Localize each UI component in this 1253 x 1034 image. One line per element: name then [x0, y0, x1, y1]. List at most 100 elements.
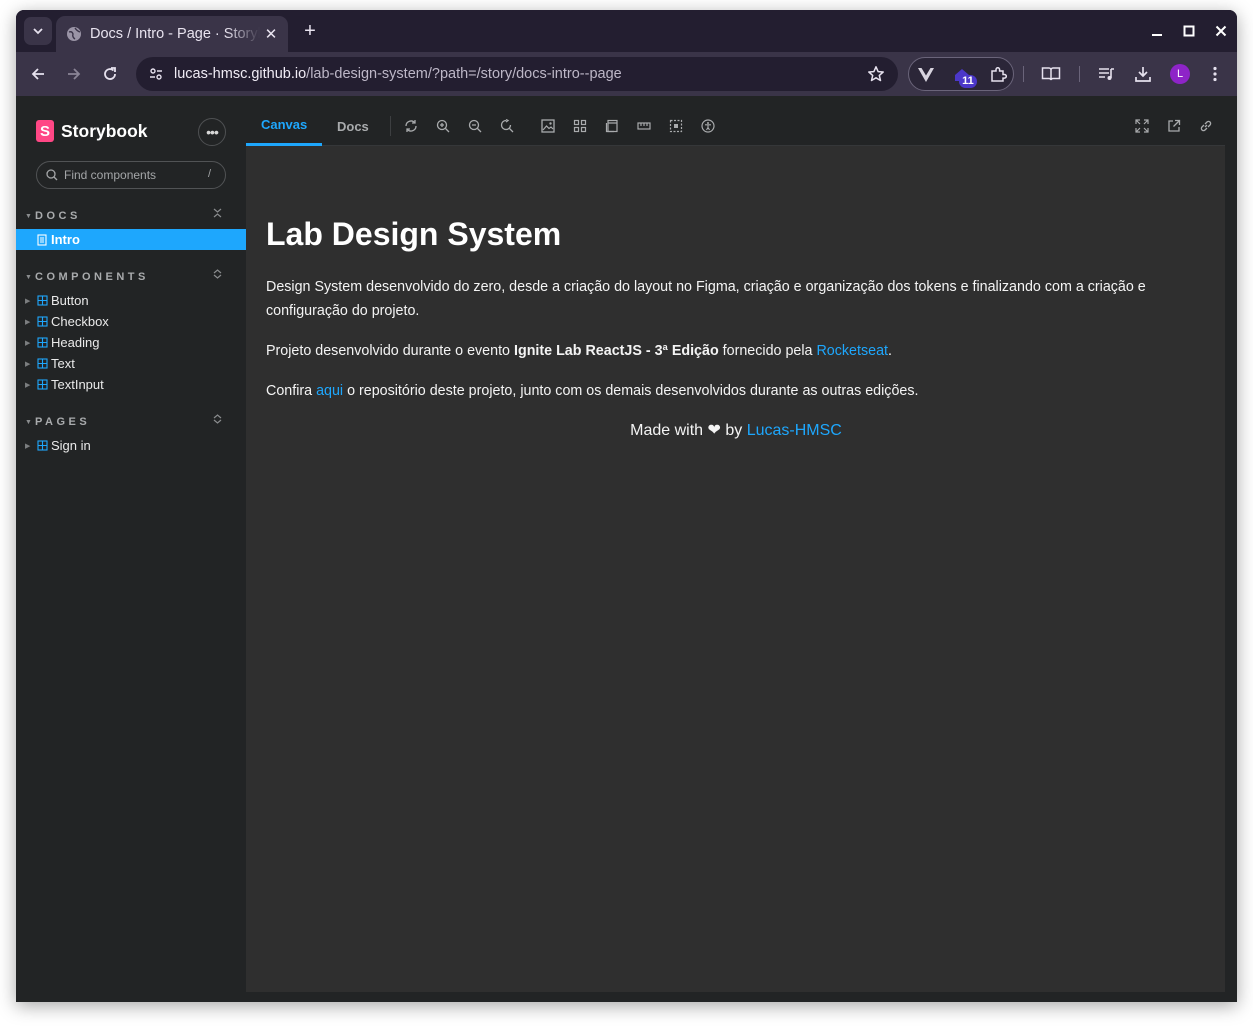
- browser-tab-active[interactable]: Docs / Intro - Page · Storybook ✕: [56, 16, 288, 52]
- tab-search-button[interactable]: [24, 17, 52, 45]
- sidebar-item-label: Intro: [51, 232, 80, 247]
- queue-music-icon: [1099, 68, 1114, 80]
- rocketseat-link[interactable]: Rocketseat: [816, 343, 888, 359]
- section-header-pages[interactable]: ▼ PAGES: [16, 412, 246, 432]
- zoom-reset-icon: [500, 119, 514, 133]
- maximize-icon: [1183, 25, 1195, 37]
- sidebar-item-label: Button: [51, 293, 89, 308]
- outline-button[interactable]: [668, 118, 684, 134]
- sidebar-item-intro[interactable]: Intro: [16, 229, 246, 250]
- accessibility-button[interactable]: [700, 118, 716, 134]
- expand-icon: [1135, 119, 1149, 133]
- maximize-button[interactable]: [1179, 21, 1199, 41]
- text-span: .: [888, 343, 892, 359]
- storybook-sidebar: S Storybook ••• / ▼ DOCS: [16, 96, 246, 1002]
- author-link[interactable]: Lucas-HMSC: [747, 422, 842, 439]
- component-icon: [35, 294, 49, 308]
- storybook-logo[interactable]: S Storybook: [36, 120, 148, 142]
- profile-avatar[interactable]: L: [1170, 64, 1190, 84]
- sidebar-item-checkbox[interactable]: ▶ Checkbox: [16, 311, 246, 332]
- caret-right-icon: ▶: [25, 381, 31, 389]
- reading-mode-icon: [1041, 67, 1061, 81]
- event-name: Ignite Lab ReactJS - 3ª Edição: [513, 343, 719, 359]
- tab-docs[interactable]: Docs: [322, 106, 384, 146]
- tab-canvas[interactable]: Canvas: [246, 106, 323, 146]
- expand-all-icon[interactable]: [213, 414, 222, 427]
- collapse-all-icon[interactable]: [213, 208, 222, 221]
- preview-panel: Canvas Docs Lab Design System Design Sys…: [246, 106, 1225, 992]
- arrow-left-icon: [31, 68, 44, 80]
- site-settings-icon[interactable]: [146, 64, 166, 84]
- text-span: Confira: [266, 383, 317, 399]
- title-bar: Docs / Intro - Page · Storybook ✕ +: [16, 10, 1237, 52]
- forward-button[interactable]: [61, 61, 87, 87]
- text-span: Projeto desenvolvido durante o evento: [266, 343, 514, 359]
- docs-content: Lab Design System Design System desenvol…: [266, 216, 1146, 459]
- remount-button[interactable]: [403, 118, 419, 134]
- section-label: DOCS: [35, 210, 81, 222]
- zoom-out-button[interactable]: [467, 118, 483, 134]
- close-tab-icon[interactable]: ✕: [260, 23, 282, 45]
- media-controls-button[interactable]: [1094, 61, 1120, 87]
- fullscreen-button[interactable]: [1134, 118, 1150, 134]
- link-icon: [1200, 120, 1212, 132]
- more-vertical-icon: [1213, 66, 1217, 82]
- section-header-components[interactable]: ▼ COMPONENTS: [16, 267, 246, 287]
- search-input[interactable]: [64, 168, 194, 182]
- component-icon: [35, 336, 49, 350]
- toolbar-divider: [1079, 66, 1080, 82]
- browser-window: Docs / Intro - Page · Storybook ✕ + lu: [16, 10, 1237, 1002]
- sidebar-menu-button[interactable]: •••: [198, 118, 226, 146]
- vue-devtools-extension-icon[interactable]: [915, 64, 937, 86]
- ellipsis-icon: •••: [206, 124, 219, 140]
- ruler-icon: [637, 122, 651, 130]
- background-button[interactable]: [540, 118, 556, 134]
- sync-icon: [405, 120, 417, 132]
- tab-title: Docs / Intro - Page · Storybook: [90, 26, 260, 42]
- grid-button[interactable]: [572, 118, 588, 134]
- toolbar-divider: [390, 116, 391, 136]
- search-shortcut-key: /: [207, 168, 211, 180]
- close-window-button[interactable]: [1211, 21, 1231, 41]
- sidebar-item-sign-in[interactable]: ▶ Sign in: [16, 435, 246, 456]
- sidebar-item-textinput[interactable]: ▶ TextInput: [16, 374, 246, 395]
- sidebar-item-label: Sign in: [51, 438, 91, 453]
- arrow-right-icon: [68, 68, 81, 80]
- minimize-button[interactable]: [1147, 21, 1167, 41]
- back-button[interactable]: [25, 61, 51, 87]
- copy-link-button[interactable]: [1198, 118, 1214, 134]
- sidebar-item-button[interactable]: ▶ Button: [16, 290, 246, 311]
- outline-icon: [669, 119, 683, 133]
- section-label: COMPONENTS: [35, 271, 149, 283]
- zoom-out-icon: [468, 119, 482, 133]
- sidebar-item-text[interactable]: ▶ Text: [16, 353, 246, 374]
- zoom-in-button[interactable]: [435, 118, 451, 134]
- accessibility-icon: [701, 119, 715, 133]
- bookmark-star-icon[interactable]: [866, 64, 886, 84]
- puzzle-extensions-icon[interactable]: [987, 64, 1009, 86]
- caret-right-icon: ▶: [25, 297, 31, 305]
- component-search[interactable]: /: [36, 161, 226, 189]
- preview-toolbar: Canvas Docs: [246, 106, 1225, 146]
- viewport-button[interactable]: [604, 118, 620, 134]
- open-new-tab-button[interactable]: [1166, 118, 1182, 134]
- caret-down-icon: ▼: [25, 273, 32, 281]
- close-icon: [1215, 25, 1227, 37]
- component-icon: [35, 357, 49, 371]
- image-icon: [541, 119, 555, 133]
- sidebar-item-heading[interactable]: ▶ Heading: [16, 332, 246, 353]
- storybook-logo-mark: S: [36, 120, 54, 142]
- address-bar[interactable]: lucas-hmsc.github.io/lab-design-system/?…: [136, 57, 898, 91]
- browser-menu-button[interactable]: [1202, 61, 1228, 87]
- expand-all-icon[interactable]: [213, 269, 222, 282]
- reload-button[interactable]: [97, 61, 123, 87]
- grid-icon: [573, 119, 587, 133]
- downloads-button[interactable]: [1130, 61, 1156, 87]
- new-tab-button[interactable]: +: [298, 19, 322, 43]
- section-header-docs[interactable]: ▼ DOCS: [16, 206, 246, 226]
- url-path: /lab-design-system/?path=/story/docs-int…: [306, 66, 622, 82]
- zoom-reset-button[interactable]: [499, 118, 515, 134]
- measure-button[interactable]: [636, 118, 652, 134]
- reading-mode-button[interactable]: [1038, 61, 1064, 87]
- repository-link[interactable]: aqui: [316, 383, 343, 399]
